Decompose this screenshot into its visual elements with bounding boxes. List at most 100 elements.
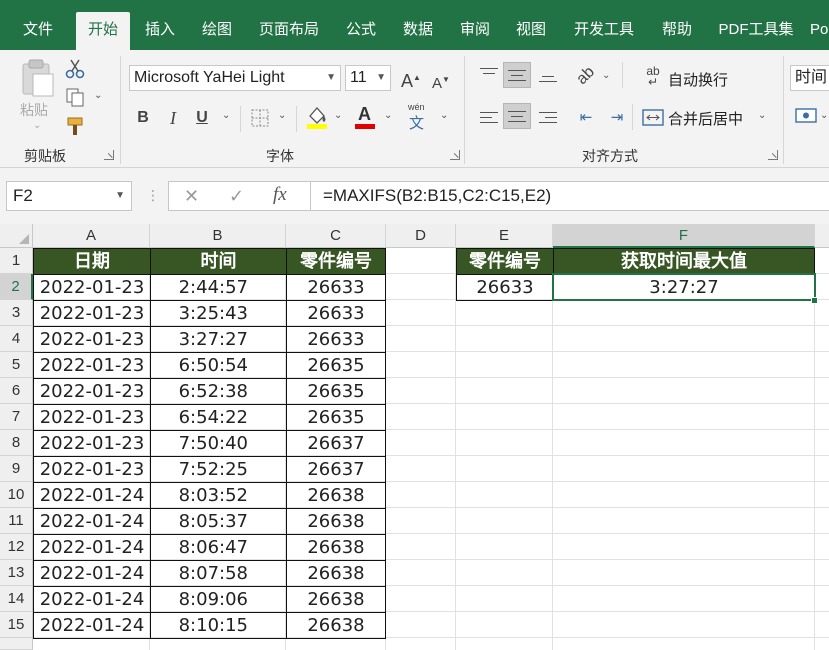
date-cell[interactable]: 2022-01-23 — [33, 404, 151, 431]
wrap-text-button[interactable]: 自动换行 — [668, 69, 728, 90]
grow-font-button[interactable]: A▲ — [400, 68, 422, 91]
align-right-icon[interactable] — [539, 112, 557, 127]
align-top-icon[interactable] — [480, 68, 498, 78]
date-cell[interactable]: 2022-01-23 — [33, 326, 151, 353]
date-cell[interactable]: 2022-01-24 — [33, 560, 151, 587]
align-bottom-icon[interactable] — [539, 76, 557, 86]
lookup-part-number-cell[interactable]: 26633 — [456, 274, 554, 301]
part-number-cell[interactable]: 26637 — [286, 430, 386, 457]
date-cell[interactable]: 2022-01-23 — [33, 274, 151, 301]
row-header[interactable]: 12 — [0, 534, 33, 560]
merge-center-dropdown-arrow[interactable]: ⌄ — [758, 110, 766, 121]
part-number-cell[interactable]: 26638 — [286, 586, 386, 613]
paste-dropdown-arrow[interactable]: ⌄ — [33, 120, 41, 131]
tab-formulas[interactable]: 公式 — [336, 12, 386, 50]
part-number-cell[interactable]: 26638 — [286, 482, 386, 509]
orientation-dropdown-arrow[interactable]: ⌄ — [602, 70, 610, 81]
tab-pdf-tools[interactable]: PDF工具集 — [710, 12, 802, 50]
part-number-cell[interactable]: 26635 — [286, 404, 386, 431]
bold-button[interactable]: B — [134, 108, 152, 128]
time-cell[interactable]: 6:52:38 — [150, 378, 287, 405]
name-box[interactable]: F2 ▼ — [6, 181, 132, 211]
date-cell[interactable]: 2022-01-23 — [33, 352, 151, 379]
date-cell[interactable]: 2022-01-24 — [33, 508, 151, 535]
paste-button[interactable]: 粘贴 ⌄ — [14, 58, 60, 138]
chevron-down-icon[interactable]: ▼ — [115, 182, 125, 210]
tab-draw[interactable]: 绘图 — [192, 12, 242, 50]
clipboard-launcher-icon[interactable] — [104, 150, 114, 160]
row-header[interactable]: 4 — [0, 326, 33, 352]
part-number-cell[interactable]: 26633 — [286, 300, 386, 327]
merge-center-button[interactable]: 合并后居中 — [668, 108, 743, 129]
tab-help[interactable]: 帮助 — [652, 12, 702, 50]
tab-view[interactable]: 视图 — [506, 12, 556, 50]
cancel-icon[interactable]: ✕ — [184, 186, 199, 206]
time-cell[interactable]: 8:07:58 — [150, 560, 287, 587]
tab-home[interactable]: 开始 — [76, 12, 130, 50]
phonetic-dropdown-arrow[interactable]: ⌄ — [440, 110, 448, 121]
cut-icon[interactable] — [64, 58, 86, 80]
part-number-cell[interactable]: 26637 — [286, 456, 386, 483]
align-left-icon[interactable] — [480, 112, 498, 127]
table-header-date[interactable]: 日期 — [33, 248, 151, 275]
column-header-a[interactable]: A — [33, 224, 150, 248]
date-cell[interactable]: 2022-01-23 — [33, 300, 151, 327]
date-cell[interactable]: 2022-01-24 — [33, 612, 151, 639]
decrease-indent-icon[interactable]: ⇤ — [575, 108, 597, 128]
font-size-dropdown[interactable]: 11 ▼ — [345, 65, 391, 91]
lookup-header-max-time[interactable]: 获取时间最大值 — [553, 248, 815, 275]
shrink-font-button[interactable]: A▼ — [430, 70, 452, 94]
time-cell[interactable]: 8:10:15 — [150, 612, 287, 639]
time-cell[interactable]: 8:06:47 — [150, 534, 287, 561]
tab-review[interactable]: 审阅 — [450, 12, 500, 50]
column-header-g[interactable] — [815, 224, 829, 248]
italic-button[interactable]: I — [164, 108, 182, 128]
row-header[interactable]: 5 — [0, 352, 33, 378]
time-cell[interactable]: 8:09:06 — [150, 586, 287, 613]
borders-icon[interactable] — [250, 108, 270, 128]
part-number-cell[interactable]: 26638 — [286, 534, 386, 561]
copy-icon[interactable] — [64, 87, 86, 109]
tab-insert[interactable]: 插入 — [134, 12, 186, 50]
table-header-part-number[interactable]: 零件编号 — [286, 248, 386, 275]
date-cell[interactable]: 2022-01-24 — [33, 586, 151, 613]
time-cell[interactable]: 8:05:37 — [150, 508, 287, 535]
date-cell[interactable]: 2022-01-23 — [33, 456, 151, 483]
number-format-dropdown[interactable]: 时间 — [790, 65, 829, 91]
formula-input[interactable]: =MAXIFS(B2:B15,C2:C15,E2) — [310, 181, 829, 211]
row-header[interactable]: 1 — [0, 248, 33, 274]
increase-indent-icon[interactable]: ⇥ — [606, 108, 628, 128]
row-header[interactable]: 6 — [0, 378, 33, 404]
underline-button[interactable]: U — [193, 108, 211, 128]
row-header[interactable]: 11 — [0, 508, 33, 534]
part-number-cell[interactable]: 26635 — [286, 352, 386, 379]
format-painter-icon[interactable] — [64, 116, 86, 138]
time-cell[interactable]: 3:25:43 — [150, 300, 287, 327]
alignment-launcher-icon[interactable] — [768, 150, 778, 160]
date-cell[interactable]: 2022-01-24 — [33, 482, 151, 509]
row-header[interactable]: 2 — [0, 274, 33, 300]
more-options-icon[interactable]: ⋮ — [146, 185, 160, 205]
part-number-cell[interactable]: 26633 — [286, 326, 386, 353]
tab-developer[interactable]: 开发工具 — [565, 12, 643, 50]
font-name-dropdown[interactable]: Microsoft YaHei Light ▼ — [129, 65, 341, 91]
font-color-dropdown-arrow[interactable]: ⌄ — [384, 110, 392, 121]
time-cell[interactable]: 3:27:27 — [150, 326, 287, 353]
time-cell[interactable]: 6:50:54 — [150, 352, 287, 379]
tab-file[interactable]: 文件 — [10, 12, 66, 50]
fill-handle[interactable] — [811, 297, 818, 304]
time-cell[interactable]: 8:03:52 — [150, 482, 287, 509]
tab-page-layout[interactable]: 页面布局 — [250, 12, 328, 50]
worksheet-grid[interactable]: A B C D E F 1 2 3 4 5 6 7 8 9 10 11 12 1… — [0, 224, 829, 650]
part-number-cell[interactable]: 26638 — [286, 508, 386, 535]
table-header-time[interactable]: 时间 — [150, 248, 287, 275]
insert-function-button[interactable]: fx — [273, 185, 287, 205]
time-cell[interactable]: 6:54:22 — [150, 404, 287, 431]
copy-dropdown-arrow[interactable]: ⌄ — [94, 90, 102, 101]
row-header[interactable] — [0, 638, 33, 650]
column-header-e[interactable]: E — [456, 224, 553, 248]
time-cell[interactable]: 7:50:40 — [150, 430, 287, 457]
accounting-dropdown-arrow[interactable]: ⌄ — [820, 110, 828, 121]
row-header[interactable]: 10 — [0, 482, 33, 508]
row-header[interactable]: 3 — [0, 300, 33, 326]
